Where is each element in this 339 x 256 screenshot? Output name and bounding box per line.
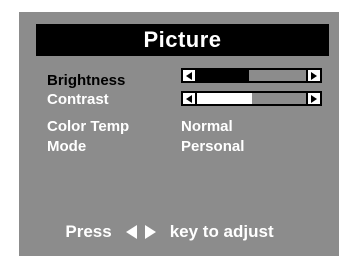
color-temp-value[interactable]: Normal <box>181 118 233 136</box>
triangle-left-icon <box>186 94 192 103</box>
contrast-slider-track <box>252 93 306 104</box>
menu-title-bar: Picture <box>36 24 329 56</box>
triangle-left-icon <box>186 71 192 80</box>
triangle-left-icon <box>125 225 137 239</box>
footer-instruction-text: key to adjust <box>169 222 274 241</box>
color-temp-label[interactable]: Color Temp <box>47 118 129 136</box>
footer-hint: Press key to adjust <box>0 222 339 242</box>
contrast-slider-fill <box>197 93 252 104</box>
osd-menu-panel: Picture Brightness Contrast Color Temp N… <box>19 12 339 256</box>
brightness-slider[interactable] <box>181 68 322 83</box>
mode-label[interactable]: Mode <box>47 138 86 156</box>
triangle-right-icon <box>311 94 317 103</box>
triangle-right-icon <box>311 71 317 80</box>
contrast-increase-button[interactable] <box>306 93 320 104</box>
menu-title: Picture <box>143 27 222 52</box>
contrast-slider[interactable] <box>181 91 322 106</box>
brightness-slider-track <box>249 70 306 81</box>
brightness-label[interactable]: Brightness <box>47 72 125 90</box>
contrast-label[interactable]: Contrast <box>47 91 109 109</box>
brightness-decrease-button[interactable] <box>183 70 197 81</box>
brightness-increase-button[interactable] <box>306 70 320 81</box>
triangle-right-icon <box>144 225 156 239</box>
footer-press-text: Press <box>65 222 112 241</box>
mode-value[interactable]: Personal <box>181 138 244 156</box>
contrast-decrease-button[interactable] <box>183 93 197 104</box>
brightness-slider-fill <box>197 70 249 81</box>
